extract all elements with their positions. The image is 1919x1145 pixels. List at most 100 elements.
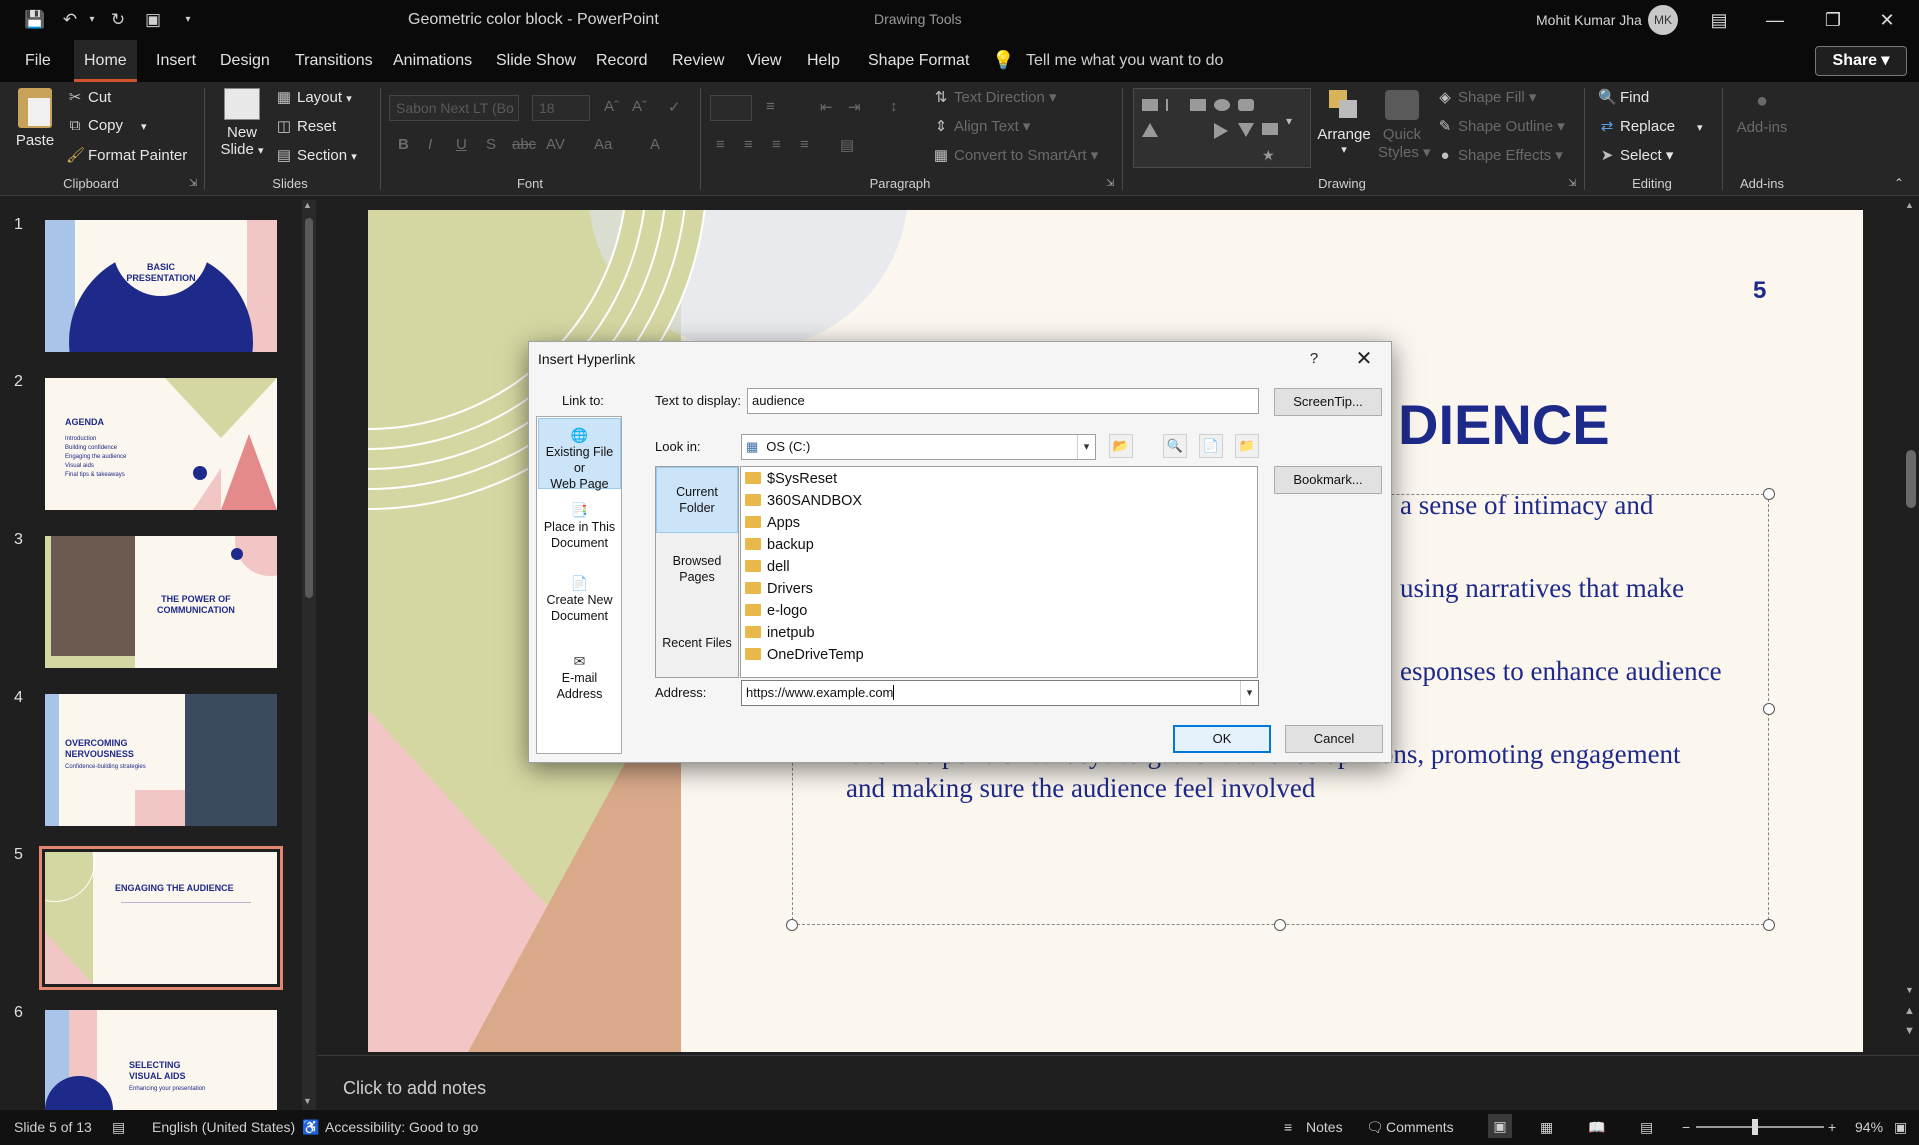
find-button[interactable]: 🔍 Find: [1598, 88, 1649, 106]
scroll-down-icon[interactable]: ▼: [1905, 985, 1914, 995]
tab-home[interactable]: Home: [74, 40, 137, 82]
look-in-dropdown-icon[interactable]: ▾: [1077, 435, 1095, 459]
align-center-icon[interactable]: ≡: [744, 136, 753, 153]
help-button[interactable]: ?: [1299, 347, 1329, 371]
paste-button[interactable]: Paste: [14, 88, 56, 149]
shape-fill-button[interactable]: ◈ Shape Fill ▾: [1436, 88, 1536, 106]
change-case-icon[interactable]: Aa: [594, 136, 612, 153]
next-slide-icon[interactable]: ▼: [1904, 1025, 1915, 1037]
address-input[interactable]: https://www.example.com ▾: [741, 680, 1259, 706]
notes-button[interactable]: Notes: [1306, 1119, 1343, 1135]
shape-outline-button[interactable]: ✎ Shape Outline ▾: [1436, 117, 1565, 135]
font-shrink-icon[interactable]: Aˇ: [632, 98, 647, 115]
bullet-text[interactable]: esponses to enhance audience: [1400, 654, 1722, 688]
italic-icon[interactable]: I: [428, 136, 432, 153]
resize-handle-b[interactable]: [1274, 919, 1286, 931]
share-button[interactable]: Share ▾: [1815, 46, 1907, 76]
tab-record[interactable]: Record: [586, 40, 658, 82]
text-direction-button[interactable]: ⇅ Text Direction ▾: [932, 88, 1057, 106]
align-text-button[interactable]: ⇕ Align Text ▾: [932, 117, 1031, 135]
new-slide-button[interactable]: New Slide ▾: [216, 88, 268, 158]
screentip-button[interactable]: ScreenTip...: [1274, 388, 1382, 416]
browse-web-icon[interactable]: 🔍: [1163, 434, 1187, 458]
underline-icon[interactable]: U: [456, 136, 467, 153]
bullets-icon[interactable]: ≡: [766, 98, 775, 115]
resize-handle-bl[interactable]: [786, 919, 798, 931]
clipboard-launcher-icon[interactable]: ⇲: [189, 178, 197, 189]
slide-scrollbar-thumb[interactable]: [1906, 450, 1916, 508]
tab-view[interactable]: View: [737, 40, 791, 82]
open-folder-icon[interactable]: 📁: [1235, 434, 1259, 458]
tell-me-search[interactable]: Tell me what you want to do: [1026, 40, 1223, 82]
convert-smartart-button[interactable]: ▦ Convert to SmartArt ▾: [932, 146, 1098, 164]
comments-icon[interactable]: 🗨: [1366, 1119, 1384, 1136]
paragraph-launcher-icon[interactable]: ⇲: [1106, 178, 1114, 189]
avatar[interactable]: MK: [1648, 5, 1678, 35]
zoom-level[interactable]: 94%: [1855, 1119, 1883, 1135]
select-button[interactable]: ➤ Select ▾: [1598, 146, 1674, 164]
shapes-more-icon[interactable]: ▾: [1286, 114, 1292, 128]
slide-thumbnail-3[interactable]: THE POWER OF COMMUNICATION: [45, 536, 277, 668]
resize-handle-r[interactable]: [1763, 703, 1775, 715]
list-item[interactable]: Drivers: [745, 578, 813, 600]
customize-qat-icon[interactable]: ▾: [176, 8, 200, 32]
comments-button[interactable]: Comments: [1386, 1119, 1454, 1135]
line-spacing-box[interactable]: [710, 95, 752, 121]
spelling-icon[interactable]: ▤: [112, 1119, 125, 1136]
cut-button[interactable]: ✂ Cut: [66, 88, 112, 106]
tab-help[interactable]: Help: [797, 40, 850, 82]
language-status[interactable]: English (United States): [152, 1119, 295, 1135]
tab-file[interactable]: File: [15, 40, 61, 82]
tab-design[interactable]: Design: [210, 40, 280, 82]
shapes-gallery[interactable]: ★: [1133, 88, 1311, 168]
slide-sorter-icon[interactable]: ▦: [1540, 1119, 1553, 1136]
look-in-select[interactable]: ▦ OS (C:) ▾: [741, 434, 1096, 460]
fit-to-window-icon[interactable]: ▣: [1894, 1119, 1907, 1136]
line-spacing-icon[interactable]: ↕: [890, 98, 898, 115]
link-to-existing-file[interactable]: 🌐 Existing File or Web Page: [538, 418, 621, 491]
previous-slide-icon[interactable]: ▲: [1904, 1005, 1915, 1017]
font-grow-icon[interactable]: Aˆ: [604, 98, 619, 115]
list-item[interactable]: 360SANDBOX: [745, 490, 862, 512]
link-to-create-new-document[interactable]: 📄 Create New Document: [538, 571, 621, 637]
accessibility-status[interactable]: Accessibility: Good to go: [325, 1119, 478, 1135]
close-icon[interactable]: ✕: [1864, 6, 1910, 34]
thumbnail-scrollbar-thumb[interactable]: [305, 218, 313, 598]
text-to-display-input[interactable]: audience: [747, 388, 1259, 414]
tab-insert[interactable]: Insert: [146, 40, 206, 82]
slide-thumbnail-5[interactable]: ENGAGING THE AUDIENCE: [39, 846, 283, 990]
tab-review[interactable]: Review: [662, 40, 734, 82]
quick-styles-button[interactable]: Quick Styles ▾: [1378, 90, 1431, 161]
ok-button[interactable]: OK: [1173, 725, 1271, 753]
align-left-icon[interactable]: ≡: [716, 136, 725, 153]
list-item[interactable]: backup: [745, 534, 814, 556]
bullet-text[interactable]: and making sure the audience feel involv…: [846, 771, 1315, 805]
reset-button[interactable]: ◫ Reset: [275, 117, 336, 135]
slide-title[interactable]: DIENCE: [1398, 392, 1610, 457]
undo-icon[interactable]: ↶: [58, 8, 82, 32]
list-item[interactable]: $SysReset: [745, 468, 837, 490]
restore-icon[interactable]: ❐: [1810, 6, 1856, 34]
char-spacing-icon[interactable]: AV: [546, 136, 565, 153]
align-right-icon[interactable]: ≡: [772, 136, 781, 153]
replace-button[interactable]: ⇄ Replace ▾: [1598, 117, 1703, 135]
tab-shape-format[interactable]: Shape Format: [858, 40, 979, 82]
resize-handle-br[interactable]: [1763, 919, 1775, 931]
arrange-button[interactable]: Arrange ▾: [1316, 90, 1372, 156]
zoom-in-icon[interactable]: +: [1828, 1119, 1836, 1135]
bold-icon[interactable]: B: [398, 136, 409, 153]
tab-animations[interactable]: Animations: [383, 40, 482, 82]
resize-handle-tr[interactable]: [1763, 488, 1775, 500]
scroll-up-icon[interactable]: ▲: [1905, 200, 1914, 210]
dialog-close-button[interactable]: ✕: [1347, 345, 1381, 373]
link-to-email-address[interactable]: ✉ E-mail Address: [538, 649, 621, 701]
slide-thumbnail-6[interactable]: SELECTING VISUAL AIDS Enhancing your pre…: [45, 1010, 277, 1110]
strikethrough-icon[interactable]: abc: [512, 136, 536, 153]
collapse-ribbon-icon[interactable]: ⌃: [1894, 176, 1904, 190]
slide-thumbnail-4[interactable]: OVERCOMING NERVOUSNESS Confidence-buildi…: [45, 694, 277, 826]
cancel-button[interactable]: Cancel: [1285, 725, 1383, 753]
list-item[interactable]: dell: [745, 556, 790, 578]
font-size-box[interactable]: 18: [532, 95, 590, 121]
decrease-indent-icon[interactable]: ⇤: [820, 98, 833, 116]
address-dropdown-icon[interactable]: ▾: [1240, 681, 1258, 705]
